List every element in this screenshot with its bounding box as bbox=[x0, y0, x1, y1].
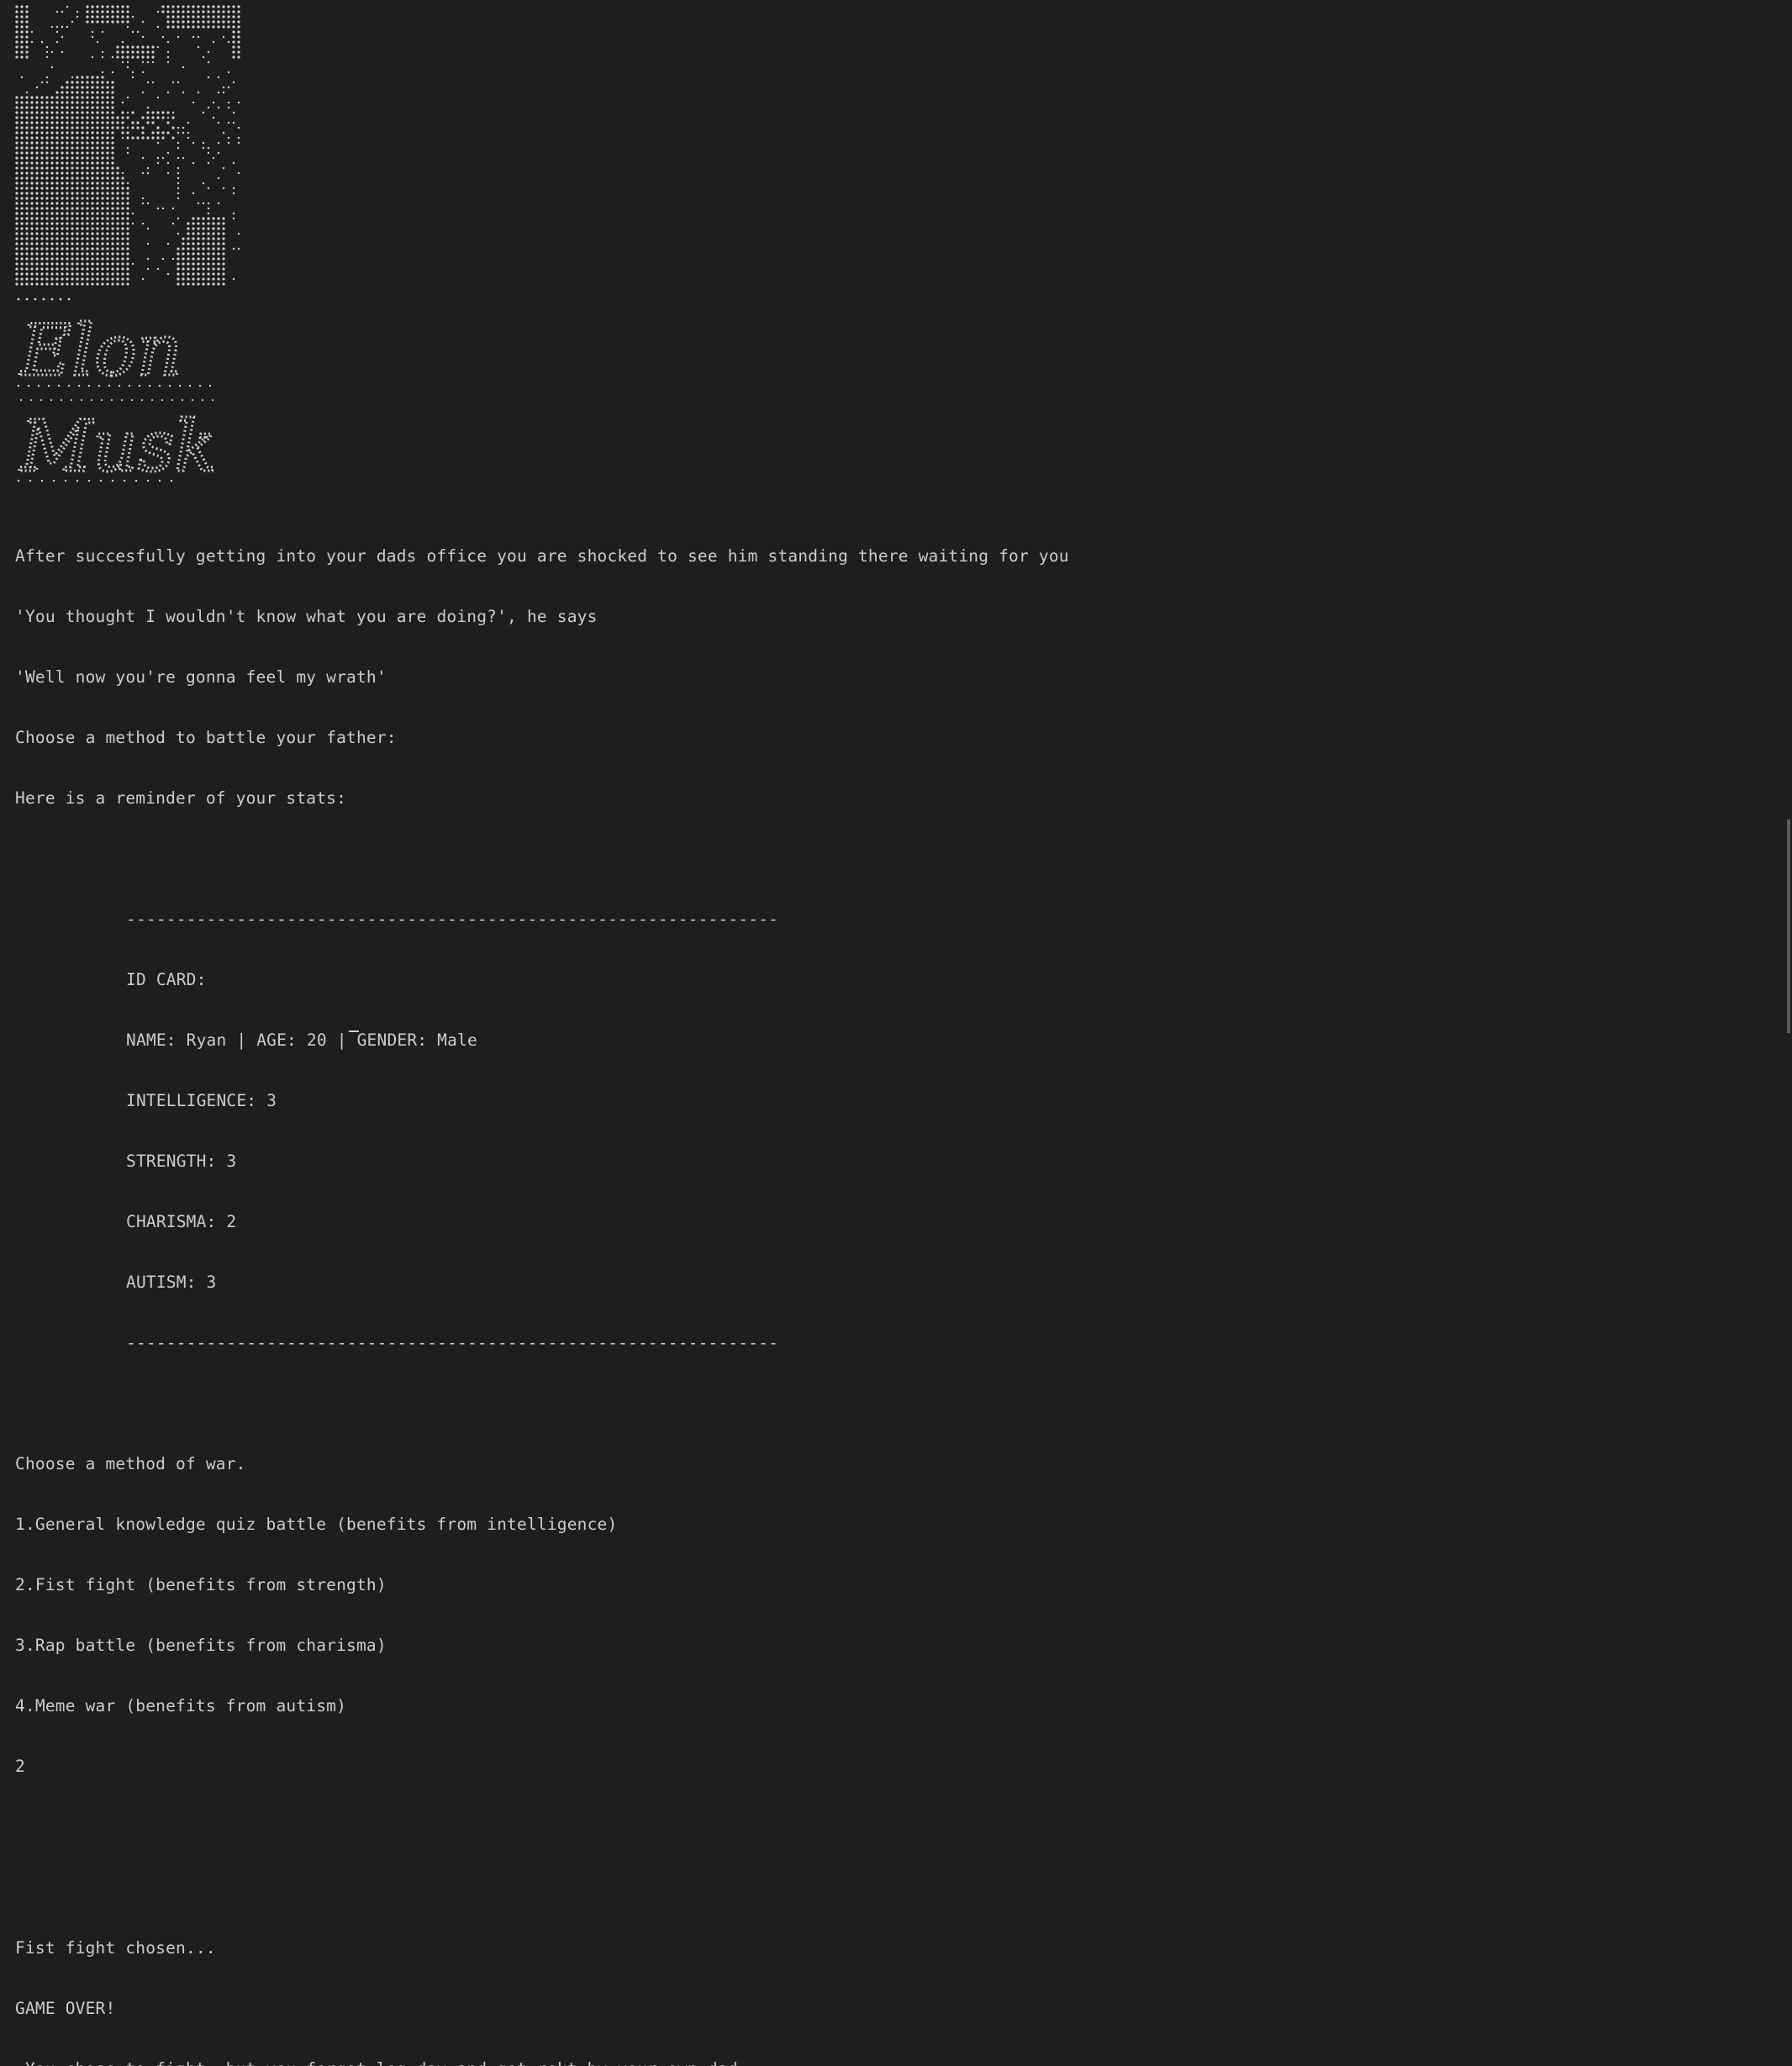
scrollbar[interactable] bbox=[1780, 0, 1792, 1033]
svg-text:Musk: Musk bbox=[18, 405, 217, 482]
braille-art-icon: Elon Musk bbox=[15, 5, 240, 482]
menu-option: 1.General knowledge quiz battle (benefit… bbox=[15, 1515, 618, 1534]
ascii-art-portrait: Elon Musk bbox=[15, 3, 242, 482]
result-message: You chose to fight, but you forgot leg d… bbox=[15, 2059, 1069, 2066]
text-cursor bbox=[349, 1030, 359, 1032]
terminal-window[interactable]: Elon Musk After succesfully getting into … bbox=[0, 0, 1792, 2066]
scrollbar-thumb[interactable] bbox=[1787, 820, 1790, 1033]
id-card-divider: ----------------------------------------… bbox=[126, 909, 779, 929]
story-line: Choose a method to battle your father: bbox=[15, 728, 397, 747]
menu-prompt: Choose a method of war. bbox=[15, 1454, 246, 1473]
terminal-output: After succesfully getting into your dads… bbox=[15, 506, 1069, 2066]
svg-text:Elon: Elon bbox=[18, 309, 182, 392]
menu-option: 3.Rap battle (benefits from charisma) bbox=[15, 1636, 387, 1655]
stat-autism: AUTISM: 3 bbox=[126, 1273, 217, 1292]
result-chosen: Fist fight chosen... bbox=[15, 1938, 216, 1958]
story-line: 'Well now you're gonna feel my wrath' bbox=[15, 667, 387, 687]
user-input: 2 bbox=[15, 1757, 25, 1776]
story-line: Here is a reminder of your stats: bbox=[15, 788, 347, 808]
menu-option: 4.Meme war (benefits from autism) bbox=[15, 1696, 347, 1716]
id-card-title: ID CARD: bbox=[126, 970, 207, 989]
id-card-name: NAME: Ryan | AGE: 20 | GENDER: Male bbox=[126, 1030, 477, 1050]
stat-intelligence: INTELLIGENCE: 3 bbox=[126, 1091, 277, 1110]
id-card-divider: ----------------------------------------… bbox=[126, 1333, 779, 1352]
story-line: After succesfully getting into your dads… bbox=[15, 546, 1069, 566]
story-line: 'You thought I wouldn't know what you ar… bbox=[15, 607, 598, 626]
game-over-text: GAME OVER! bbox=[15, 1999, 116, 2018]
stat-strength: STRENGTH: 3 bbox=[126, 1152, 237, 1171]
stat-charisma: CHARISMA: 2 bbox=[126, 1212, 237, 1231]
menu-option: 2.Fist fight (benefits from strength) bbox=[15, 1575, 387, 1594]
